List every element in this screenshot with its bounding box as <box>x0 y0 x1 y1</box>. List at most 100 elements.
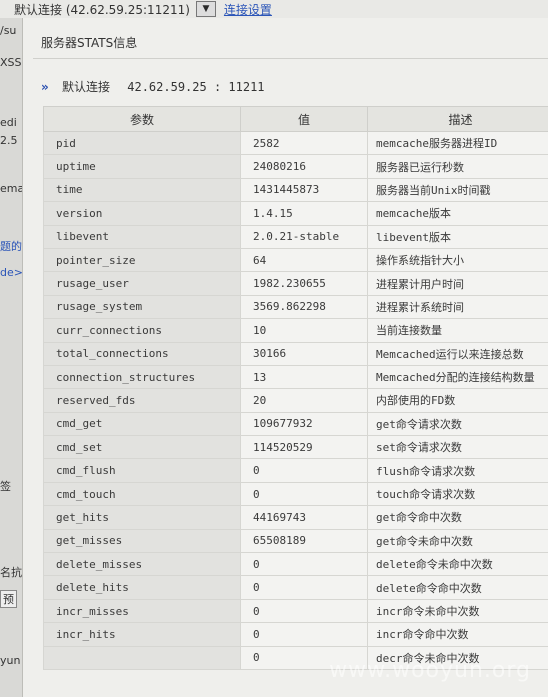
connection-address: 42.62.59.25 : 11211 <box>127 80 265 94</box>
cell-param: libevent <box>43 224 241 249</box>
cell-desc: delete命令命中次数 <box>367 575 548 600</box>
stats-table-body: pid 2582 memcache服务器进程ID uptime 24080216 服务器已… <box>43 130 548 670</box>
cell-param: incr_misses <box>43 598 241 624</box>
cell-value: 30166 <box>240 341 368 366</box>
cell-desc: delete命令未命中次数 <box>367 552 548 577</box>
cell-value: 10 <box>240 318 368 343</box>
connection-heading: » 默认连接 42.62.59.25 : 11211 <box>41 78 265 95</box>
table-row: curr_connections 10 当前连接数量 <box>43 318 548 343</box>
cell-desc: Memcached分配的连接结构数量 <box>367 364 548 390</box>
cell-value: 2582 <box>240 130 368 156</box>
cell-param: rusage_user <box>43 271 241 296</box>
table-row: libevent 2.0.21-stable libevent版本 <box>43 224 548 249</box>
table-row: incr_misses 0 incr命令未命中次数 <box>43 598 548 624</box>
cell-value: 0 <box>240 598 368 624</box>
background-page-sliver: /su XSS edi 2.5 ema 题的 de> 签 名抗 预 yun <box>0 18 22 697</box>
table-row: get_misses 65508189 get命令未命中次数 <box>43 528 548 554</box>
cell-param: time <box>43 177 241 203</box>
cell-desc: memcache版本 <box>367 201 548 226</box>
cell-param: version <box>43 201 241 226</box>
bg-fragment: 签 <box>0 480 11 493</box>
cell-param <box>43 645 241 670</box>
cell-param: cmd_flush <box>43 458 241 483</box>
table-row: pid 2582 memcache服务器进程ID <box>43 130 548 156</box>
table-row: uptime 24080216 服务器已运行秒数 <box>43 154 548 179</box>
cell-value: 0 <box>240 552 368 577</box>
cell-value: 0 <box>240 622 368 647</box>
cell-param: uptime <box>43 154 241 179</box>
cell-desc: get命令请求次数 <box>367 411 548 437</box>
cell-param: pointer_size <box>43 247 241 273</box>
cell-desc: set命令请求次数 <box>367 435 548 460</box>
table-row: rusage_system 3569.862298 进程累计系统时间 <box>43 294 548 320</box>
cell-value: 2.0.21-stable <box>240 224 368 249</box>
background-topbar: 默认连接 (42.62.59.25:11211) ▼ 连接设置 <box>0 0 548 19</box>
bg-link-fragment: 题的 <box>0 240 22 253</box>
double-chevron-right-icon: » <box>41 80 49 94</box>
bg-fragment: /su <box>0 24 17 37</box>
cell-value: 13 <box>240 364 368 390</box>
cell-param: get_misses <box>43 528 241 554</box>
connection-name: 默认连接 <box>62 80 111 94</box>
cell-desc: 进程累计用户时间 <box>367 271 548 296</box>
cell-value: 64 <box>240 247 368 273</box>
cell-param: cmd_set <box>43 435 241 460</box>
cell-value: 65508189 <box>240 528 368 554</box>
cell-value: 0 <box>240 575 368 600</box>
table-row: delete_misses 0 delete命令未命中次数 <box>43 552 548 577</box>
cell-value: 114520529 <box>240 435 368 460</box>
column-header-param: 参数 <box>43 106 241 132</box>
bg-fragment: yun <box>0 654 21 667</box>
cell-desc: 进程累计系统时间 <box>367 294 548 320</box>
cell-param: cmd_touch <box>43 481 241 507</box>
cell-param: delete_misses <box>43 552 241 577</box>
cell-desc: 内部使用的FD数 <box>367 388 548 413</box>
cell-value: 3569.862298 <box>240 294 368 320</box>
stats-table: 参数 值 描述 pid 2582 memcache服务器进程ID uptime 2408… <box>43 106 548 670</box>
connection-select-label[interactable]: 默认连接 (42.62.59.25:11211) <box>14 1 190 18</box>
bg-fragment: XSS <box>0 56 22 69</box>
connection-settings-link[interactable]: 连接设置 <box>224 1 272 18</box>
watermark-text: www.wooyun.org <box>329 658 531 683</box>
table-header-row: 参数 值 描述 <box>43 106 548 132</box>
chevron-down-icon[interactable]: ▼ <box>195 1 216 17</box>
cell-param: curr_connections <box>43 318 241 343</box>
table-row: get_hits 44169743 get命令命中次数 <box>43 505 548 530</box>
cell-desc: get命令命中次数 <box>367 505 548 530</box>
table-row: time 1431445873 服务器当前Unix时间戳 <box>43 177 548 203</box>
cell-desc: memcache服务器进程ID <box>367 130 548 156</box>
cell-desc: incr命令未命中次数 <box>367 598 548 624</box>
modal-title: 服务器STATS信息 <box>41 36 138 50</box>
cell-desc: 服务器当前Unix时间戳 <box>367 177 548 203</box>
cell-desc: touch命令请求次数 <box>367 481 548 507</box>
column-header-desc: 描述 <box>367 106 548 132</box>
table-row: incr_hits 0 incr命令命中次数 <box>43 622 548 647</box>
cell-param: connection_structures <box>43 364 241 390</box>
table-row: version 1.4.15 memcache版本 <box>43 201 548 226</box>
cell-param: cmd_get <box>43 411 241 437</box>
cell-desc: 当前连接数量 <box>367 318 548 343</box>
cell-desc: incr命令命中次数 <box>367 622 548 647</box>
cell-param: total_connections <box>43 341 241 366</box>
cell-value: 20 <box>240 388 368 413</box>
cell-value: 24080216 <box>240 154 368 179</box>
cell-param: delete_hits <box>43 575 241 600</box>
cell-param: incr_hits <box>43 622 241 647</box>
cell-desc: Memcached运行以来连接总数 <box>367 341 548 366</box>
bg-fragment: 2.5 <box>0 134 18 147</box>
cell-param: rusage_system <box>43 294 241 320</box>
bg-link-fragment: de> <box>0 266 22 279</box>
column-header-value: 值 <box>240 106 368 132</box>
table-row: connection_structures 13 Memcached分配的连接结构数… <box>43 364 548 390</box>
table-row: cmd_set 114520529 set命令请求次数 <box>43 435 548 460</box>
cell-value: 109677932 <box>240 411 368 437</box>
table-row: cmd_touch 0 touch命令请求次数 <box>43 481 548 507</box>
table-row: reserved_fds 20 内部使用的FD数 <box>43 388 548 413</box>
cell-desc: get命令未命中次数 <box>367 528 548 554</box>
bg-fragment: edi <box>0 116 17 129</box>
cell-desc: flush命令请求次数 <box>367 458 548 483</box>
bg-button-fragment: 预 <box>0 590 17 608</box>
cell-value: 1.4.15 <box>240 201 368 226</box>
cell-param: pid <box>43 130 241 156</box>
bg-fragment: 名抗 <box>0 566 22 579</box>
